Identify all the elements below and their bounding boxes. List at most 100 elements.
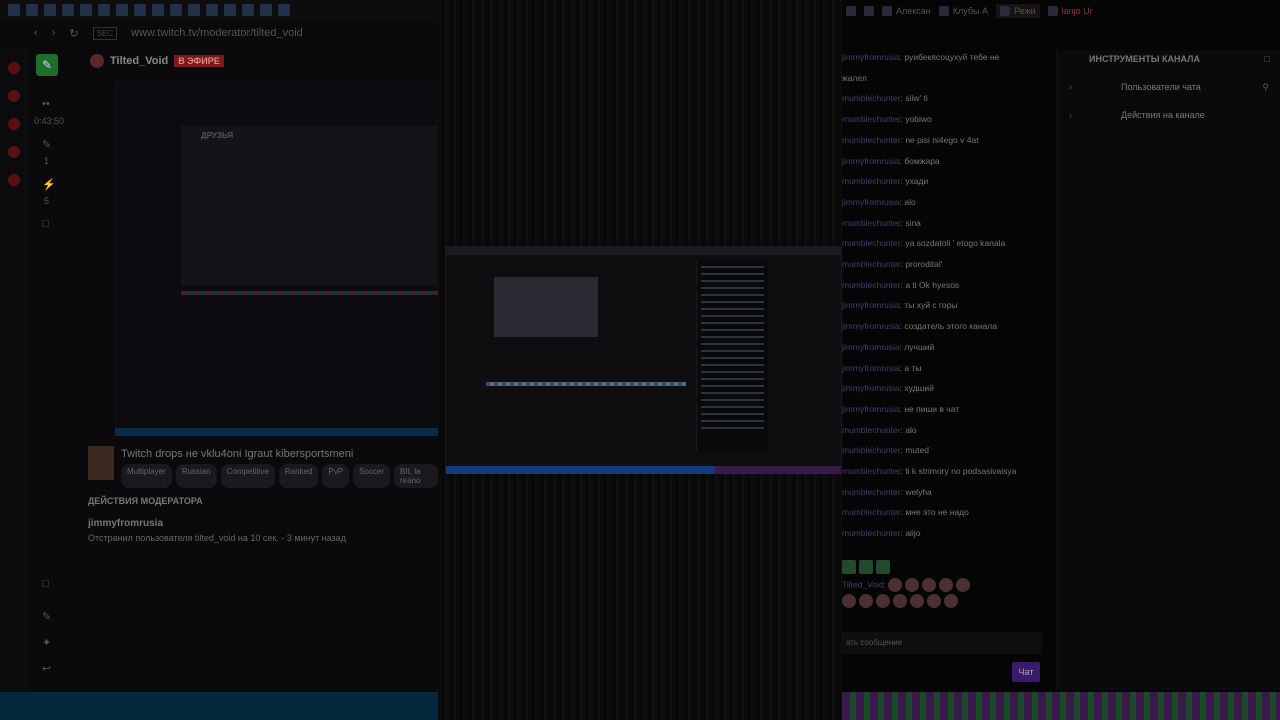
chat-send-button[interactable]: Чат bbox=[1012, 662, 1040, 682]
progress-strip bbox=[181, 291, 439, 295]
pen-icon[interactable]: ✎ bbox=[42, 138, 51, 151]
chat-username[interactable]: jimmyfromrusia bbox=[842, 363, 900, 373]
chat-username[interactable]: jimmyfromrusia bbox=[842, 156, 900, 166]
app-icon[interactable] bbox=[8, 90, 20, 102]
url-text[interactable]: www.twitch.tv/moderator/tilted_void bbox=[131, 27, 303, 39]
chat-username[interactable]: jimmyfromrusia bbox=[842, 300, 900, 310]
app-icon[interactable] bbox=[8, 62, 20, 74]
chat-username[interactable]: mumblechunter bbox=[842, 176, 901, 186]
chat-text: : pyибекясоцухуй тебе не bbox=[899, 52, 1000, 62]
tab-favicon[interactable] bbox=[80, 4, 92, 16]
chat-username[interactable]: mumblechunter bbox=[842, 259, 901, 269]
mod-user[interactable]: jimmyfromrusia bbox=[88, 518, 346, 529]
stream-thumbnail[interactable] bbox=[88, 446, 114, 480]
tag[interactable]: Ranked bbox=[278, 464, 319, 488]
chat-username[interactable]: mumblechunter bbox=[842, 425, 901, 435]
tools-row-channel-actions[interactable]: › Действия на канале bbox=[1057, 102, 1280, 128]
camera-icon[interactable]: □ bbox=[42, 578, 49, 590]
tag[interactable]: Competitive bbox=[220, 464, 275, 488]
radio-icon[interactable]: •• bbox=[42, 98, 50, 110]
app-icon[interactable] bbox=[8, 174, 20, 186]
chat-text: : a ti Ok hyesos bbox=[900, 279, 960, 290]
tag[interactable]: Multiplayer bbox=[121, 464, 172, 488]
chat-username[interactable]: mumblechunter bbox=[842, 507, 901, 517]
avatar[interactable] bbox=[90, 54, 104, 68]
chat-text: : мне это не надо bbox=[900, 507, 969, 518]
browser-tab-bar: Алексан Клубы А Режи lanjo Ur bbox=[842, 0, 1280, 22]
chat-username[interactable]: jimmyfromrusia bbox=[842, 342, 900, 352]
tab-favicon[interactable] bbox=[8, 4, 20, 16]
tab-favicon[interactable] bbox=[242, 4, 254, 16]
app-icon[interactable] bbox=[8, 118, 20, 130]
chat-username[interactable]: mumblechunter bbox=[842, 93, 901, 103]
tab-favicon[interactable] bbox=[278, 4, 290, 16]
chat-text: : бомжара bbox=[899, 155, 940, 166]
chat-message: mumblechunter: ne pisi ni4ego v 4at bbox=[842, 135, 979, 145]
tools-header: ИНСТРУМЕНТЫ КАНАЛА bbox=[1089, 54, 1200, 64]
chat-username[interactable]: mumblechunter bbox=[842, 466, 901, 476]
channel-name[interactable]: Tilted_Void bbox=[110, 55, 168, 67]
chat-username[interactable]: jimmyfromrusia bbox=[842, 52, 900, 62]
chat-text: : siiw' ti bbox=[900, 93, 928, 104]
chat-username[interactable]: jimmyfromrusia bbox=[842, 197, 900, 207]
app-icon[interactable] bbox=[8, 146, 20, 158]
chat-username[interactable]: jimmyfromrusia bbox=[842, 321, 900, 331]
pencil-icon[interactable]: ✎ bbox=[42, 610, 51, 623]
tag[interactable]: PvP bbox=[322, 464, 350, 488]
lightning-icon[interactable]: ⚡ bbox=[42, 178, 56, 191]
chat-text: : создатель этого канала bbox=[899, 321, 997, 332]
chat-username[interactable]: mumblechunter bbox=[842, 280, 901, 290]
chat-username[interactable]: mumblechunter bbox=[842, 238, 901, 248]
tab[interactable] bbox=[864, 6, 874, 16]
tab-favicon[interactable] bbox=[224, 4, 236, 16]
tab[interactable] bbox=[846, 6, 856, 16]
chat-message: jimmyfromrusia: не пиши в чат bbox=[842, 404, 959, 414]
chat-username[interactable]: mumblechunter bbox=[842, 528, 901, 538]
tab-favicon[interactable] bbox=[260, 4, 272, 16]
edit-icon[interactable]: ✎ bbox=[36, 54, 58, 76]
chat-username[interactable]: jimmyfromrusia bbox=[842, 404, 900, 414]
search-icon[interactable]: ⚲ bbox=[1262, 74, 1269, 100]
chat-username[interactable]: mumblechunter bbox=[842, 445, 901, 455]
tab-favicon[interactable] bbox=[188, 4, 200, 16]
tab-favicon[interactable] bbox=[152, 4, 164, 16]
chat-username[interactable]: mumblechunter bbox=[842, 135, 901, 145]
emote-line-2: Tilted_Void: bbox=[842, 578, 973, 592]
channel-header: Tilted_Void В ЭФИРЕ bbox=[90, 54, 224, 68]
tab[interactable]: Алексан bbox=[882, 6, 931, 16]
chat-message: jimmyfromrusia: pyибекясоцухуй тебе не bbox=[842, 52, 999, 62]
chat-username[interactable]: jimmyfromrusia bbox=[842, 383, 900, 393]
tag[interactable]: Soccer bbox=[353, 464, 390, 488]
chat-message: jimmyfromrusia: бомжара bbox=[842, 156, 940, 166]
stream-title[interactable]: Twitch drops не vklu4oni Igraut kiberspo… bbox=[121, 448, 353, 460]
tab[interactable]: lanjo Ur bbox=[1047, 6, 1093, 16]
back-icon[interactable]: ‹ bbox=[34, 27, 38, 39]
chat-username[interactable]: mumblechunter bbox=[842, 487, 901, 497]
exit-icon[interactable]: ↩ bbox=[42, 662, 51, 675]
tag[interactable]: Russian bbox=[175, 464, 217, 488]
tab-favicon[interactable] bbox=[116, 4, 128, 16]
chat-icon[interactable]: □ bbox=[42, 218, 49, 230]
tools-row-chat-users[interactable]: › Пользователи чата ⚲ bbox=[1057, 74, 1280, 100]
tab-active[interactable]: Режи bbox=[996, 4, 1040, 18]
tab[interactable]: Клубы А bbox=[938, 6, 988, 16]
tab-favicon[interactable] bbox=[98, 4, 110, 16]
tab-favicon[interactable] bbox=[62, 4, 74, 16]
forward-icon[interactable]: › bbox=[52, 27, 56, 39]
nested-screen-capture: ДРУЗЬЯ bbox=[115, 80, 439, 430]
tab-favicon[interactable] bbox=[26, 4, 38, 16]
chat-input[interactable]: ать сообщение bbox=[842, 632, 1042, 654]
tab-favicon[interactable] bbox=[44, 4, 56, 16]
sparkle-icon[interactable]: ✦ bbox=[42, 636, 51, 649]
tag[interactable]: BIt, la reano bbox=[394, 464, 438, 488]
channel-tools-panel: ИНСТРУМЕНТЫ КАНАЛА □ › Пользователи чата… bbox=[1056, 50, 1280, 690]
chat-username[interactable]: mumblechunter bbox=[842, 218, 901, 228]
tab-favicon[interactable] bbox=[170, 4, 182, 16]
reload-icon[interactable]: ↻ bbox=[69, 27, 78, 40]
address-bar[interactable]: ‹ › ↻ SEC www.twitch.tv/moderator/tilted… bbox=[0, 22, 438, 44]
panel-icon[interactable]: □ bbox=[1264, 54, 1270, 65]
tab-favicon[interactable] bbox=[134, 4, 146, 16]
tab-favicon[interactable] bbox=[206, 4, 218, 16]
chat-username[interactable]: Tilted_Void: bbox=[842, 579, 886, 589]
chat-username[interactable]: mumblechunter bbox=[842, 114, 901, 124]
